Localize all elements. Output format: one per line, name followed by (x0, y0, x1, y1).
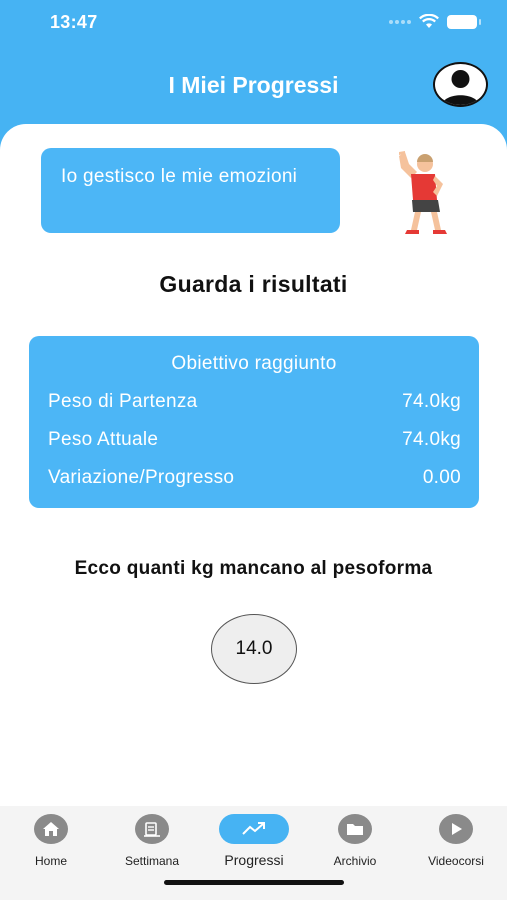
motto-card: Io gestisco le mie emozioni (41, 148, 340, 233)
result-label: Variazione/Progresso (48, 467, 235, 488)
remaining-kg-value: 14.0 (235, 638, 273, 659)
tab-label: Progressi (224, 852, 284, 868)
tab-home[interactable]: Home (6, 814, 96, 874)
status-icons (389, 14, 481, 29)
wifi-icon (419, 14, 439, 28)
page-title: I Miei Progressi (168, 72, 339, 98)
tab-label: Home (34, 854, 67, 868)
home-icon (34, 814, 68, 844)
tab-label: Videocorsi (428, 854, 484, 868)
header: I Miei Progressi (0, 48, 507, 124)
tab-videocorsi[interactable]: Videocorsi (411, 814, 501, 874)
section-title: Guarda i risultati (159, 271, 348, 297)
tab-progressi[interactable]: Progressi (209, 814, 299, 874)
results-card: Obiettivo raggiunto Peso di Partenza 74.… (29, 336, 479, 508)
trend-up-icon (219, 814, 289, 844)
result-row-start-weight: Peso di Partenza 74.0kg (48, 391, 461, 413)
battery-icon (447, 14, 481, 29)
tab-archivio[interactable]: Archivio (310, 814, 400, 874)
result-value: 74.0kg (402, 429, 461, 450)
folder-icon (338, 814, 372, 844)
home-indicator[interactable] (164, 880, 344, 885)
results-status: Obiettivo raggiunto (171, 353, 337, 374)
status-bar: 13:47 (0, 0, 507, 48)
stretching-person-icon (399, 151, 447, 234)
result-label: Peso Attuale (48, 429, 159, 450)
motto-text: Io gestisco le mie emozioni (61, 166, 298, 187)
signal-icon (389, 19, 411, 24)
menu-plate-icon (135, 814, 169, 844)
status-time: 13:47 (50, 12, 98, 32)
remaining-label: Ecco quanti kg mancano al pesoforma (74, 558, 433, 579)
tab-settimana[interactable]: Settimana (107, 814, 197, 874)
main-content: Io gestisco le mie emozioni Guarda i ris… (0, 124, 507, 806)
tab-bar: Home Settimana Progressi Archivio Videoc… (0, 806, 507, 900)
tab-label: Archivio (333, 854, 377, 868)
result-value: 74.0kg (402, 391, 461, 412)
result-row-current-weight: Peso Attuale 74.0kg (48, 429, 461, 451)
result-row-variation: Variazione/Progresso 0.00 (48, 467, 461, 489)
tab-label: Settimana (124, 854, 180, 868)
remaining-kg-badge: 14.0 (211, 614, 297, 684)
result-value: 0.00 (422, 467, 461, 488)
user-avatar-icon[interactable] (433, 62, 488, 107)
result-label: Peso di Partenza (48, 391, 198, 412)
play-icon (439, 814, 473, 844)
